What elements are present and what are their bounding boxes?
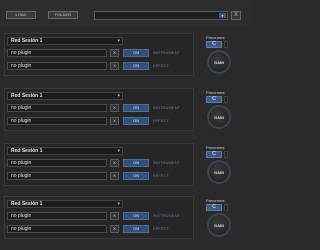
plugin-slot[interactable]: no plugin	[7, 104, 107, 112]
pan-stepper[interactable]	[224, 204, 228, 211]
plugin-row: no plugin X ON EFFECT	[7, 172, 193, 180]
session-name: Red Sesión 1	[11, 148, 43, 154]
load-button[interactable]: LOAD	[6, 11, 36, 19]
plugin-on-toggle[interactable]: ON	[123, 212, 149, 220]
session-selector[interactable]: Red Sesión 1 ▾	[7, 37, 123, 45]
channel-section: Red Sesión 1 ▾ no plugin X ON INSTRUMENT…	[0, 143, 250, 193]
plugin-row: no plugin X ON INSTRUMENT	[7, 212, 193, 220]
remove-plugin-button[interactable]: X	[110, 62, 119, 70]
plugin-type-label: INSTRUMENT	[153, 105, 181, 110]
pan-gain-controls: Panorama C GAIN	[198, 198, 246, 244]
folder-button[interactable]: FOLDER	[48, 11, 78, 19]
plugin-panel: Red Sesión 1 ▾ no plugin X ON INSTRUMENT…	[4, 143, 194, 186]
session-selector[interactable]: Red Sesión 1 ▾	[7, 147, 123, 155]
plugin-row: no plugin X ON INSTRUMENT	[7, 49, 193, 57]
remove-plugin-button[interactable]: X	[110, 104, 119, 112]
plugin-on-toggle[interactable]: ON	[123, 225, 149, 233]
plugin-row: no plugin X ON EFFECT	[7, 225, 193, 233]
gain-label: GAIN	[214, 115, 224, 120]
pan-label: Panorama	[206, 35, 225, 40]
plugin-on-toggle[interactable]: ON	[123, 104, 149, 112]
plugin-slot[interactable]: no plugin	[7, 159, 107, 167]
plugin-type-label: EFFECT	[153, 226, 170, 231]
chevron-down-icon[interactable]: ▾	[117, 93, 120, 100]
plugin-row: no plugin X ON INSTRUMENT	[7, 159, 193, 167]
pan-label: Panorama	[206, 90, 225, 95]
plugin-slot[interactable]: no plugin	[7, 172, 107, 180]
channel-section: Red Sesión 1 ▾ no plugin X ON INSTRUMENT…	[0, 88, 250, 138]
plugin-panel: Red Sesión 1 ▾ no plugin X ON INSTRUMENT…	[4, 88, 194, 131]
chevron-down-icon[interactable]: ▾	[219, 13, 226, 18]
remove-plugin-button[interactable]: X	[110, 172, 119, 180]
plugin-panel: Red Sesión 1 ▾ no plugin X ON INSTRUMENT…	[4, 196, 194, 239]
pan-stepper[interactable]	[224, 151, 228, 158]
pan-stepper[interactable]	[224, 96, 228, 103]
plugin-on-toggle[interactable]: ON	[123, 172, 149, 180]
plugin-type-label: EFFECT	[153, 173, 170, 178]
chevron-down-icon[interactable]: ▾	[117, 148, 120, 155]
channel-section: Red Sesión 1 ▾ no plugin X ON INSTRUMENT…	[0, 33, 250, 83]
plugin-type-label: INSTRUMENT	[153, 160, 181, 165]
pan-value-field[interactable]: C	[206, 151, 222, 158]
chevron-down-icon[interactable]: ▾	[117, 38, 120, 45]
plugin-type-label: EFFECT	[153, 118, 170, 123]
remove-plugin-button[interactable]: X	[110, 49, 119, 57]
session-selector[interactable]: Red Sesión 1 ▾	[7, 200, 123, 208]
plugin-row: no plugin X ON EFFECT	[7, 117, 193, 125]
plugin-on-toggle[interactable]: ON	[123, 159, 149, 167]
gain-label: GAIN	[214, 170, 224, 175]
plugin-type-label: INSTRUMENT	[153, 213, 181, 218]
pan-gain-controls: Panorama C GAIN	[198, 145, 246, 191]
pan-label: Panorama	[206, 145, 225, 150]
gain-knob[interactable]: GAIN	[208, 106, 230, 128]
plugin-type-label: EFFECT	[153, 63, 170, 68]
plugin-slot[interactable]: no plugin	[7, 117, 107, 125]
pan-label: Panorama	[206, 198, 225, 203]
gain-knob[interactable]: GAIN	[208, 161, 230, 183]
remove-plugin-button[interactable]: X	[110, 225, 119, 233]
plugin-slot[interactable]: no plugin	[7, 225, 107, 233]
pan-value-field[interactable]: C	[206, 204, 222, 211]
close-button[interactable]: X	[231, 11, 241, 20]
plugin-slot[interactable]: no plugin	[7, 212, 107, 220]
gain-label: GAIN	[214, 223, 224, 228]
plugin-panel: Red Sesión 1 ▾ no plugin X ON INSTRUMENT…	[4, 33, 194, 76]
pan-value-field[interactable]: C	[206, 96, 222, 103]
pan-value-field[interactable]: C	[206, 41, 222, 48]
plugin-row: no plugin X ON EFFECT	[7, 62, 193, 70]
plugin-row: no plugin X ON INSTRUMENT	[7, 104, 193, 112]
chevron-down-icon[interactable]: ▾	[117, 201, 120, 208]
remove-plugin-button[interactable]: X	[110, 212, 119, 220]
session-selector[interactable]: Red Sesión 1 ▾	[7, 92, 123, 100]
gain-knob[interactable]: GAIN	[208, 51, 230, 73]
plugin-slot[interactable]: no plugin	[7, 49, 107, 57]
remove-plugin-button[interactable]: X	[110, 159, 119, 167]
plugin-on-toggle[interactable]: ON	[123, 62, 149, 70]
channel-section: Red Sesión 1 ▾ no plugin X ON INSTRUMENT…	[0, 196, 250, 246]
remove-plugin-button[interactable]: X	[110, 117, 119, 125]
session-name: Red Sesión 1	[11, 201, 43, 207]
session-name: Red Sesión 1	[11, 93, 43, 99]
pan-gain-controls: Panorama C GAIN	[198, 35, 246, 81]
pan-stepper[interactable]	[224, 41, 228, 48]
session-name: Red Sesión 1	[11, 38, 43, 44]
plugin-on-toggle[interactable]: ON	[123, 49, 149, 57]
preset-selector[interactable]: ▾	[94, 11, 228, 20]
plugin-slot[interactable]: no plugin	[7, 62, 107, 70]
pan-gain-controls: Panorama C GAIN	[198, 90, 246, 136]
gain-label: GAIN	[214, 60, 224, 65]
plugin-type-label: INSTRUMENT	[153, 50, 181, 55]
gain-knob[interactable]: GAIN	[208, 214, 230, 236]
top-toolbar: LOAD FOLDER ▾ X	[0, 0, 250, 26]
plugin-on-toggle[interactable]: ON	[123, 117, 149, 125]
